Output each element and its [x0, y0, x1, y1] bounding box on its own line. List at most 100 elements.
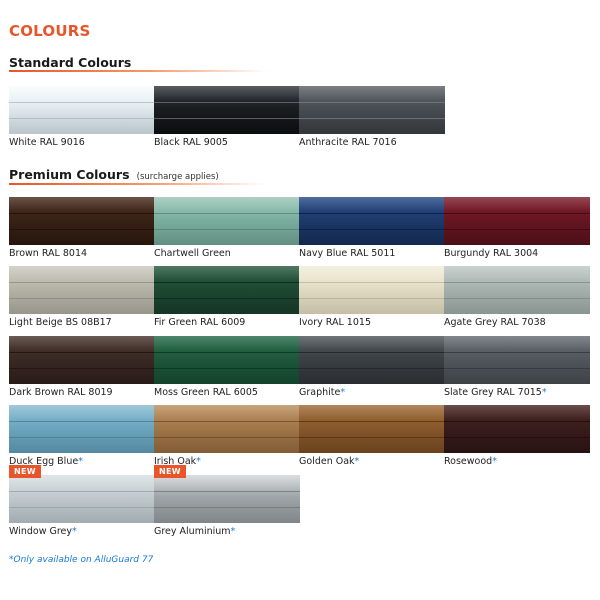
- footnote: *Only available on AlluGuard 77: [9, 555, 154, 565]
- panel-sheen: [444, 405, 590, 453]
- colour-label: Ivory RAL 1015: [299, 317, 445, 328]
- availability-asterisk: *: [78, 456, 83, 467]
- panel-sheen: [299, 336, 445, 384]
- colour-swatch: Navy Blue RAL 5011: [299, 197, 445, 259]
- availability-asterisk: *: [72, 526, 77, 537]
- colour-name: Chartwell Green: [154, 248, 231, 259]
- colour-name: Ivory RAL 1015: [299, 317, 371, 328]
- panel-sheen: [299, 197, 445, 245]
- colour-panel: [154, 197, 300, 245]
- standard-colours-heading: Standard Colours: [9, 52, 131, 71]
- panel-sheen: [9, 197, 155, 245]
- colour-panel: [444, 405, 590, 453]
- colour-swatch: Dark Brown RAL 8019: [9, 336, 155, 398]
- colour-swatch: Graphite*: [299, 336, 445, 398]
- panel-sheen: [444, 266, 590, 314]
- availability-asterisk: *: [230, 526, 236, 537]
- colour-swatch: NEW Grey Aluminium*: [154, 465, 300, 537]
- availability-asterisk: *: [354, 456, 360, 467]
- colour-label: Burgundy RAL 3004: [444, 248, 590, 259]
- colour-panel: [444, 197, 590, 245]
- colour-label: Dark Brown RAL 8019: [9, 387, 155, 398]
- colour-panel: [154, 86, 300, 134]
- availability-asterisk: *: [492, 456, 497, 467]
- panel-sheen: [299, 405, 445, 453]
- colour-name: Anthracite RAL 7016: [299, 137, 397, 148]
- colour-name: Rosewood: [444, 456, 493, 467]
- colour-label: Slate Grey RAL 7015*: [444, 387, 590, 398]
- colour-label: Black RAL 9005: [154, 137, 300, 148]
- colour-panel: [154, 266, 300, 314]
- colour-panel: [154, 336, 300, 384]
- colour-swatch: White RAL 9016: [9, 86, 155, 148]
- colour-label: Graphite*: [299, 387, 445, 398]
- new-badge: NEW: [9, 465, 41, 478]
- panel-sheen: [444, 336, 590, 384]
- panel-sheen: [154, 405, 300, 453]
- colour-panel: [154, 405, 300, 453]
- colour-name: Black RAL 9005: [154, 137, 228, 148]
- premium-colours-heading: Premium Colours (surcharge applies): [9, 164, 219, 183]
- colour-swatch: Fir Green RAL 6009: [154, 266, 300, 328]
- panel-sheen: [154, 475, 300, 523]
- colour-label: Fir Green RAL 6009: [154, 317, 300, 328]
- colour-panel: [299, 197, 445, 245]
- colour-label: Rosewood*: [444, 456, 590, 467]
- colour-label: Brown RAL 8014: [9, 248, 155, 259]
- page-title: COLOURS: [9, 22, 91, 40]
- colour-name: Burgundy RAL 3004: [444, 248, 539, 259]
- colour-panel: [9, 266, 155, 314]
- panel-sheen: [154, 266, 300, 314]
- colour-name: White RAL 9016: [9, 137, 85, 148]
- colour-name: Fir Green RAL 6009: [154, 317, 246, 328]
- panel-sheen: [9, 86, 155, 134]
- colour-panel: [9, 405, 155, 453]
- colour-swatch: Agate Grey RAL 7038: [444, 266, 590, 328]
- premium-colours-underline: [9, 183, 267, 185]
- panel-sheen: [299, 266, 445, 314]
- colour-swatch: NEW Window Grey*: [9, 465, 155, 537]
- colour-label: Chartwell Green: [154, 248, 300, 259]
- panel-sheen: [154, 336, 300, 384]
- colour-label: Golden Oak*: [299, 456, 445, 467]
- colour-swatch: Moss Green RAL 6005: [154, 336, 300, 398]
- colour-swatch: Ivory RAL 1015: [299, 266, 445, 328]
- colour-name: Grey Aluminium: [154, 526, 231, 537]
- availability-asterisk: *: [196, 456, 201, 467]
- new-badge: NEW: [154, 465, 186, 478]
- availability-asterisk: *: [541, 387, 547, 398]
- colour-name: Moss Green RAL 6005: [154, 387, 258, 398]
- colour-name: Brown RAL 8014: [9, 248, 88, 259]
- colour-panel: [299, 266, 445, 314]
- panel-sheen: [9, 336, 155, 384]
- colour-panel: [299, 405, 445, 453]
- colour-swatch: Anthracite RAL 7016: [299, 86, 445, 148]
- colour-name: Slate Grey RAL 7015: [444, 387, 542, 398]
- colour-name: Navy Blue RAL 5011: [299, 248, 396, 259]
- colour-swatch: Duck Egg Blue*: [9, 405, 155, 467]
- colour-label: Light Beige BS 08B17: [9, 317, 155, 328]
- colour-swatch: Slate Grey RAL 7015*: [444, 336, 590, 398]
- colour-label: Navy Blue RAL 5011: [299, 248, 445, 259]
- colour-name: Dark Brown RAL 8019: [9, 387, 113, 398]
- colour-label: Agate Grey RAL 7038: [444, 317, 590, 328]
- colour-panel: [9, 197, 155, 245]
- colour-name: Window Grey: [9, 526, 73, 537]
- standard-colours-title: Standard Colours: [9, 55, 132, 70]
- panel-sheen: [444, 197, 590, 245]
- colour-swatch: Brown RAL 8014: [9, 197, 155, 259]
- panel-sheen: [154, 86, 300, 134]
- colour-label: Window Grey*: [9, 526, 155, 537]
- panel-sheen: [9, 475, 155, 523]
- standard-colours-underline: [9, 70, 267, 72]
- colour-panel: [9, 475, 155, 523]
- colour-label: Grey Aluminium*: [154, 526, 300, 537]
- premium-colours-title: Premium Colours: [9, 167, 130, 182]
- availability-asterisk: *: [340, 387, 346, 398]
- colour-swatch: Light Beige BS 08B17: [9, 266, 155, 328]
- colour-name: Agate Grey RAL 7038: [444, 317, 546, 328]
- colour-panel: [299, 86, 445, 134]
- colour-swatch: Golden Oak*: [299, 405, 445, 467]
- colour-panel: [299, 336, 445, 384]
- colour-swatch: Chartwell Green: [154, 197, 300, 259]
